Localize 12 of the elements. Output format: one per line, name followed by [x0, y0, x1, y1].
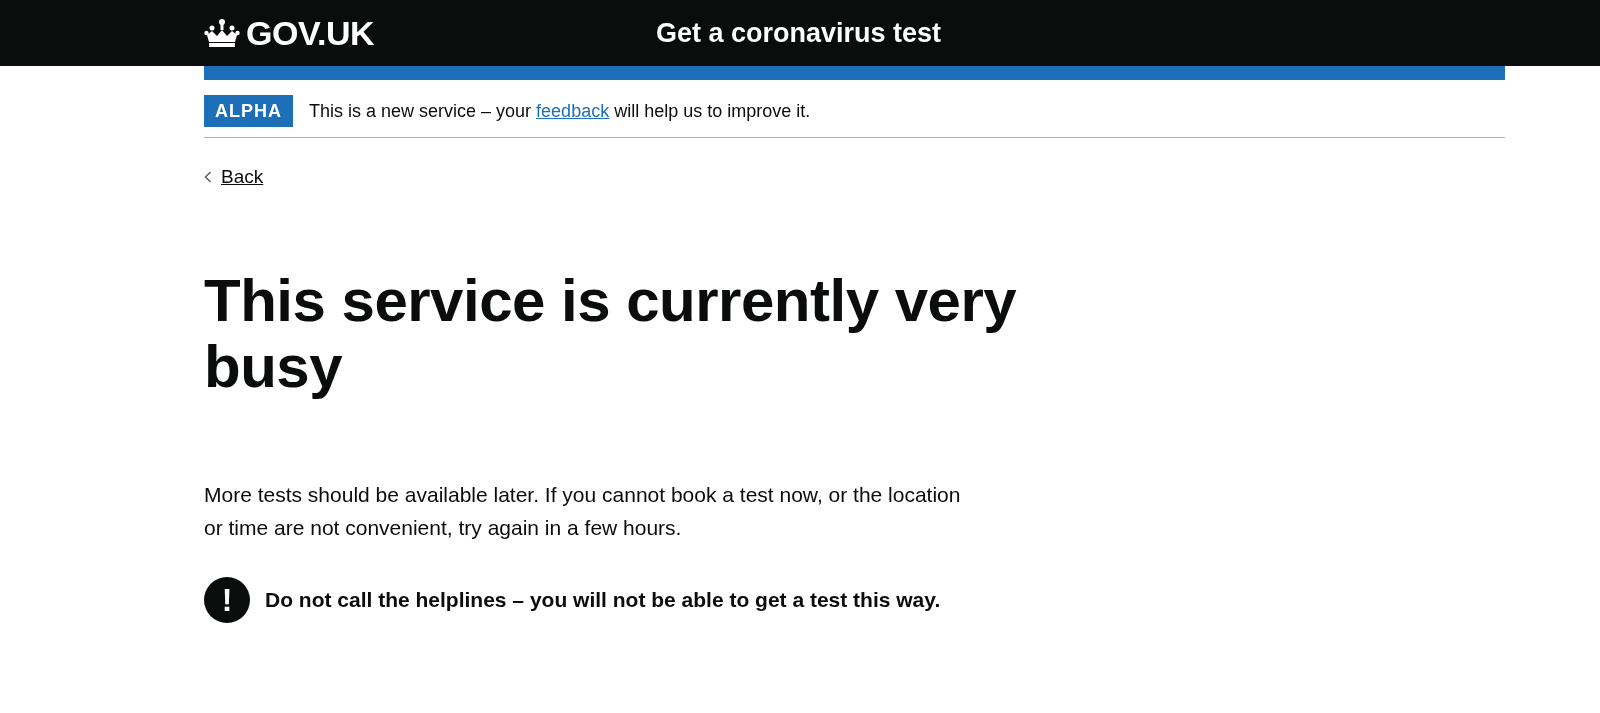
chevron-left-icon [204, 171, 212, 183]
warning-text: Do not call the helplines – you will not be able to get a test this way. [265, 588, 941, 612]
feedback-link[interactable]: feedback [536, 100, 610, 121]
page-heading: This service is currently very busy [204, 268, 1018, 400]
warning-icon: ! [204, 577, 250, 623]
service-name-link[interactable]: Get a coronavirus test [656, 17, 942, 49]
phase-tag: ALPHA [204, 95, 293, 127]
crown-icon [204, 18, 240, 48]
back-link[interactable]: Back [204, 166, 264, 188]
govuk-logo-link[interactable]: GOV.UK [204, 13, 656, 53]
phase-banner-text: This is a new service – your feedback will help us to improve it. [309, 100, 811, 122]
body-text: More tests should be available later. If you cannot book a test now, or the location or time are not convenient, try again in a few hours. [204, 482, 962, 541]
